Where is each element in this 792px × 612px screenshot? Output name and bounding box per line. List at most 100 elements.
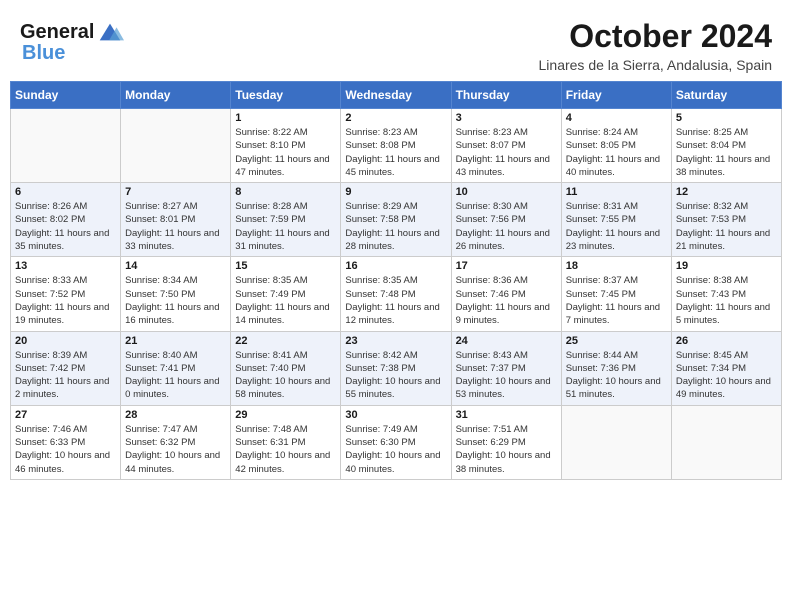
calendar-day-cell: 29 Sunrise: 7:48 AM Sunset: 6:31 PM Dayli… — [231, 405, 341, 479]
calendar-day-cell: 17 Sunrise: 8:36 AM Sunset: 7:46 PM Dayli… — [451, 257, 561, 331]
day-number: 20 — [15, 335, 116, 347]
day-detail: Sunrise: 7:49 AM Sunset: 6:30 PM Dayligh… — [345, 423, 446, 476]
calendar-day-cell: 11 Sunrise: 8:31 AM Sunset: 7:55 PM Dayli… — [561, 183, 671, 257]
day-detail: Sunrise: 8:44 AM Sunset: 7:36 PM Dayligh… — [566, 349, 667, 402]
calendar-day-cell: 7 Sunrise: 8:27 AM Sunset: 8:01 PM Daylig… — [121, 183, 231, 257]
day-of-week-header: Sunday — [11, 82, 121, 109]
day-detail: Sunrise: 8:43 AM Sunset: 7:37 PM Dayligh… — [456, 349, 557, 402]
day-detail: Sunrise: 8:31 AM Sunset: 7:55 PM Dayligh… — [566, 200, 667, 253]
day-number: 18 — [566, 260, 667, 272]
calendar-day-cell: 1 Sunrise: 8:22 AM Sunset: 8:10 PM Daylig… — [231, 109, 341, 183]
calendar-day-cell: 20 Sunrise: 8:39 AM Sunset: 7:42 PM Dayli… — [11, 331, 121, 405]
day-number: 24 — [456, 335, 557, 347]
calendar-day-cell: 31 Sunrise: 7:51 AM Sunset: 6:29 PM Dayli… — [451, 405, 561, 479]
calendar-header-row: SundayMondayTuesdayWednesdayThursdayFrid… — [11, 82, 782, 109]
logo: General Blue — [20, 18, 124, 65]
calendar-week-row: 27 Sunrise: 7:46 AM Sunset: 6:33 PM Dayli… — [11, 405, 782, 479]
day-detail: Sunrise: 8:25 AM Sunset: 8:04 PM Dayligh… — [676, 126, 777, 179]
day-number: 10 — [456, 186, 557, 198]
day-number: 3 — [456, 112, 557, 124]
day-number: 25 — [566, 335, 667, 347]
day-number: 23 — [345, 335, 446, 347]
day-detail: Sunrise: 8:29 AM Sunset: 7:58 PM Dayligh… — [345, 200, 446, 253]
calendar-day-cell: 14 Sunrise: 8:34 AM Sunset: 7:50 PM Dayli… — [121, 257, 231, 331]
day-detail: Sunrise: 8:22 AM Sunset: 8:10 PM Dayligh… — [235, 126, 336, 179]
day-number: 2 — [345, 112, 446, 124]
calendar-day-cell — [121, 109, 231, 183]
calendar-week-row: 6 Sunrise: 8:26 AM Sunset: 8:02 PM Daylig… — [11, 183, 782, 257]
day-number: 1 — [235, 112, 336, 124]
day-detail: Sunrise: 8:32 AM Sunset: 7:53 PM Dayligh… — [676, 200, 777, 253]
calendar-day-cell: 9 Sunrise: 8:29 AM Sunset: 7:58 PM Daylig… — [341, 183, 451, 257]
day-detail: Sunrise: 8:38 AM Sunset: 7:43 PM Dayligh… — [676, 274, 777, 327]
day-detail: Sunrise: 8:35 AM Sunset: 7:49 PM Dayligh… — [235, 274, 336, 327]
day-number: 28 — [125, 409, 226, 421]
day-detail: Sunrise: 8:36 AM Sunset: 7:46 PM Dayligh… — [456, 274, 557, 327]
calendar-day-cell: 28Sunrise: 7:47 AM Sunset: 6:32 PM Dayli… — [121, 405, 231, 479]
day-number: 8 — [235, 186, 336, 198]
day-number: 19 — [676, 260, 777, 272]
day-number: 17 — [456, 260, 557, 272]
calendar-day-cell: 25 Sunrise: 8:44 AM Sunset: 7:36 PM Dayli… — [561, 331, 671, 405]
day-detail: Sunrise: 8:23 AM Sunset: 8:07 PM Dayligh… — [456, 126, 557, 179]
day-detail: Sunrise: 8:30 AM Sunset: 7:56 PM Dayligh… — [456, 200, 557, 253]
day-detail: Sunrise: 8:41 AM Sunset: 7:40 PM Dayligh… — [235, 349, 336, 402]
logo-text: General — [20, 21, 94, 43]
calendar-day-cell: 12 Sunrise: 8:32 AM Sunset: 7:53 PM Dayli… — [671, 183, 781, 257]
day-number: 7 — [125, 186, 226, 198]
day-detail: Sunrise: 8:34 AM Sunset: 7:50 PM Dayligh… — [125, 274, 226, 327]
calendar-day-cell — [561, 405, 671, 479]
title-area: October 2024 Linares de la Sierra, Andal… — [539, 18, 772, 73]
day-number: 14 — [125, 260, 226, 272]
calendar-day-cell: 8 Sunrise: 8:28 AM Sunset: 7:59 PM Daylig… — [231, 183, 341, 257]
calendar-day-cell — [671, 405, 781, 479]
day-number: 9 — [345, 186, 446, 198]
calendar-day-cell: 22 Sunrise: 8:41 AM Sunset: 7:40 PM Dayli… — [231, 331, 341, 405]
day-detail: Sunrise: 7:51 AM Sunset: 6:29 PM Dayligh… — [456, 423, 557, 476]
day-detail: Sunrise: 8:40 AM Sunset: 7:41 PM Dayligh… — [125, 349, 226, 402]
calendar-day-cell: 21Sunrise: 8:40 AM Sunset: 7:41 PM Dayli… — [121, 331, 231, 405]
location-title: Linares de la Sierra, Andalusia, Spain — [539, 57, 772, 73]
day-number: 13 — [15, 260, 116, 272]
calendar-day-cell: 13 Sunrise: 8:33 AM Sunset: 7:52 PM Dayli… — [11, 257, 121, 331]
calendar-day-cell: 15Sunrise: 8:35 AM Sunset: 7:49 PM Dayli… — [231, 257, 341, 331]
calendar-day-cell: 19 Sunrise: 8:38 AM Sunset: 7:43 PM Dayli… — [671, 257, 781, 331]
day-number: 16 — [345, 260, 446, 272]
day-of-week-header: Tuesday — [231, 82, 341, 109]
day-detail: Sunrise: 8:35 AM Sunset: 7:48 PM Dayligh… — [345, 274, 446, 327]
calendar: SundayMondayTuesdayWednesdayThursdayFrid… — [10, 81, 782, 480]
day-detail: Sunrise: 8:28 AM Sunset: 7:59 PM Dayligh… — [235, 200, 336, 253]
day-detail: Sunrise: 8:27 AM Sunset: 8:01 PM Dayligh… — [125, 200, 226, 253]
day-detail: Sunrise: 8:24 AM Sunset: 8:05 PM Dayligh… — [566, 126, 667, 179]
calendar-day-cell: 16 Sunrise: 8:35 AM Sunset: 7:48 PM Dayli… — [341, 257, 451, 331]
day-of-week-header: Friday — [561, 82, 671, 109]
day-number: 12 — [676, 186, 777, 198]
calendar-day-cell: 3 Sunrise: 8:23 AM Sunset: 8:07 PM Daylig… — [451, 109, 561, 183]
day-detail: Sunrise: 8:23 AM Sunset: 8:08 PM Dayligh… — [345, 126, 446, 179]
page-header: General Blue October 2024 Linares de la … — [10, 10, 782, 73]
day-number: 30 — [345, 409, 446, 421]
calendar-day-cell: 6 Sunrise: 8:26 AM Sunset: 8:02 PM Daylig… — [11, 183, 121, 257]
day-number: 11 — [566, 186, 667, 198]
logo-icon — [96, 18, 124, 46]
day-number: 27 — [15, 409, 116, 421]
calendar-day-cell: 10 Sunrise: 8:30 AM Sunset: 7:56 PM Dayli… — [451, 183, 561, 257]
month-title: October 2024 — [539, 18, 772, 55]
calendar-day-cell: 18Sunrise: 8:37 AM Sunset: 7:45 PM Dayli… — [561, 257, 671, 331]
calendar-week-row: 13 Sunrise: 8:33 AM Sunset: 7:52 PM Dayli… — [11, 257, 782, 331]
day-detail: Sunrise: 8:39 AM Sunset: 7:42 PM Dayligh… — [15, 349, 116, 402]
day-number: 31 — [456, 409, 557, 421]
day-of-week-header: Thursday — [451, 82, 561, 109]
calendar-day-cell — [11, 109, 121, 183]
day-number: 4 — [566, 112, 667, 124]
day-detail: Sunrise: 8:42 AM Sunset: 7:38 PM Dayligh… — [345, 349, 446, 402]
day-detail: Sunrise: 8:33 AM Sunset: 7:52 PM Dayligh… — [15, 274, 116, 327]
day-number: 22 — [235, 335, 336, 347]
day-number: 29 — [235, 409, 336, 421]
day-detail: Sunrise: 7:48 AM Sunset: 6:31 PM Dayligh… — [235, 423, 336, 476]
calendar-day-cell: 4 Sunrise: 8:24 AM Sunset: 8:05 PM Daylig… — [561, 109, 671, 183]
day-detail: Sunrise: 7:46 AM Sunset: 6:33 PM Dayligh… — [15, 423, 116, 476]
day-detail: Sunrise: 8:26 AM Sunset: 8:02 PM Dayligh… — [15, 200, 116, 253]
calendar-day-cell: 30 Sunrise: 7:49 AM Sunset: 6:30 PM Dayli… — [341, 405, 451, 479]
day-number: 6 — [15, 186, 116, 198]
